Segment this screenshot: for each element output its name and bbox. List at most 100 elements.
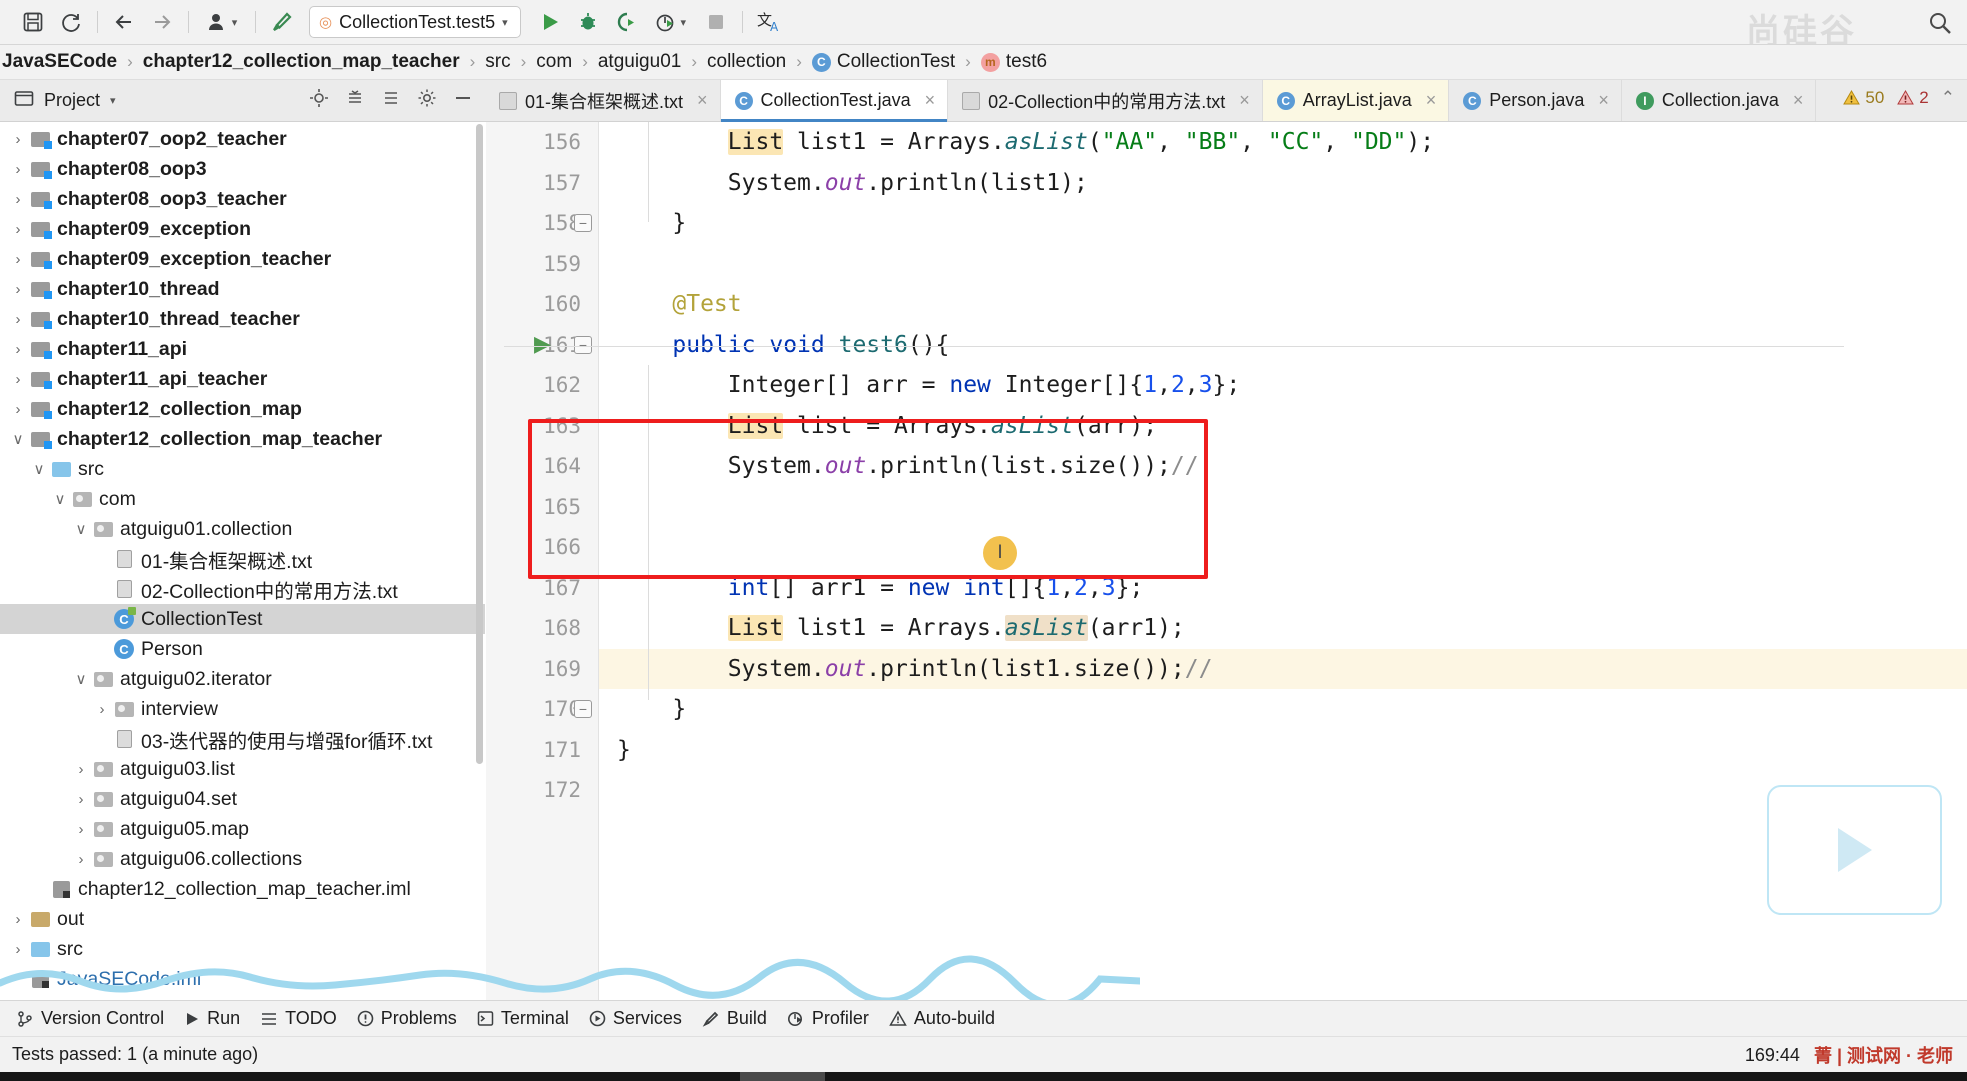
chevron-down-icon[interactable]: ▾ bbox=[680, 16, 686, 29]
inspection-widget[interactable]: 50 2 ⌃ bbox=[1842, 88, 1955, 108]
tree-item-chapter11-api[interactable]: › chapter11_api bbox=[0, 334, 485, 364]
code-line[interactable] bbox=[599, 487, 1967, 528]
run-button[interactable] bbox=[531, 5, 569, 39]
breadcrumb-item-class[interactable]: C CollectionTest bbox=[810, 51, 957, 73]
tree-item-chapter12-collection-map[interactable]: › chapter12_collection_map bbox=[0, 394, 485, 424]
close-icon[interactable]: × bbox=[1239, 90, 1250, 111]
warning-count-badge[interactable]: 50 bbox=[1842, 88, 1884, 108]
run-configuration-selector[interactable]: ◎ CollectionTest.test5 ▾ bbox=[309, 6, 521, 38]
collapse-all-icon[interactable] bbox=[345, 88, 365, 113]
tree-item-chapter11-api-teacher[interactable]: › chapter11_api_teacher bbox=[0, 364, 485, 394]
code-line[interactable]: System.out.println(list1); bbox=[599, 163, 1967, 204]
tree-expand-arrow[interactable]: › bbox=[8, 131, 28, 148]
tree-item-chapter09-exception[interactable]: › chapter09_exception bbox=[0, 214, 485, 244]
tab-collection-java[interactable]: I Collection.java × bbox=[1621, 80, 1817, 121]
close-icon[interactable]: × bbox=[925, 90, 936, 111]
tool-button-run[interactable]: Run bbox=[180, 1008, 256, 1029]
tree-item-01-txt[interactable]: ›01-集合框架概述.txt bbox=[0, 544, 485, 574]
code-editor[interactable]: 156 157 158 159 160 161 162 163 164 165 166 167 168 1… bbox=[486, 122, 1967, 1000]
tree-expand-arrow[interactable]: ∨ bbox=[50, 490, 70, 508]
run-test-gutter-icon[interactable]: ▶ bbox=[534, 331, 551, 357]
tree-item-interview[interactable]: › interview bbox=[0, 694, 485, 724]
tree-item-chapter10-thread-teacher[interactable]: › chapter10_thread_teacher bbox=[0, 304, 485, 334]
expand-all-icon[interactable] bbox=[381, 88, 401, 113]
code-line[interactable]: public void test6(){ bbox=[599, 325, 1967, 366]
tab-02-collection-methods-txt[interactable]: 02-Collection中的常用方法.txt × bbox=[948, 80, 1263, 121]
code-line[interactable] bbox=[599, 244, 1967, 285]
tree-expand-arrow[interactable]: ∨ bbox=[71, 670, 91, 688]
tool-button-todo[interactable]: TODO bbox=[256, 1008, 353, 1029]
breadcrumb-item-module[interactable]: chapter12_collection_map_teacher bbox=[141, 51, 462, 73]
tree-item-02-collection-txt[interactable]: ›02-Collection中的常用方法.txt bbox=[0, 574, 485, 604]
code-line[interactable]: Integer[] arr = new Integer[]{1,2,3}; bbox=[599, 365, 1967, 406]
code-fold-toggle[interactable]: − bbox=[574, 700, 592, 718]
back-arrow-icon[interactable] bbox=[105, 5, 143, 39]
hide-panel-icon[interactable] bbox=[453, 88, 473, 113]
close-icon[interactable]: × bbox=[697, 90, 708, 111]
tree-expand-arrow[interactable]: › bbox=[8, 311, 28, 328]
tree-item-com[interactable]: ∨ com bbox=[0, 484, 485, 514]
tree-item-chapter12-collection-map-teacher-iml[interactable]: ›chapter12_collection_map_teacher.iml bbox=[0, 874, 485, 904]
tool-button-services[interactable]: Services bbox=[585, 1008, 698, 1029]
search-icon[interactable] bbox=[1927, 10, 1953, 41]
run-with-coverage-button[interactable] bbox=[607, 5, 645, 39]
code-line[interactable]: List list1 = Arrays.asList("AA", "BB", "… bbox=[599, 122, 1967, 163]
tree-expand-arrow[interactable]: › bbox=[71, 761, 91, 778]
code-fold-toggle[interactable]: − bbox=[574, 214, 592, 232]
debug-button[interactable] bbox=[569, 5, 607, 39]
tree-expand-arrow[interactable]: › bbox=[8, 251, 28, 268]
code-line[interactable]: List list1 = Arrays.asList(arr1); bbox=[599, 608, 1967, 649]
tree-item-03-for-txt[interactable]: ›03-迭代器的使用与增强for循环.txt bbox=[0, 724, 485, 754]
tool-button-problems[interactable]: Problems bbox=[353, 1008, 473, 1029]
code-line[interactable]: System.out.println(list1.size());// bbox=[599, 648, 1967, 689]
tree-item-chapter12-collection-map-teacher[interactable]: ∨ chapter12_collection_map_teacher bbox=[0, 424, 485, 454]
tree-expand-arrow[interactable]: › bbox=[71, 791, 91, 808]
close-icon[interactable]: × bbox=[1426, 90, 1437, 111]
tree-item-atguigu01-collection[interactable]: ∨ atguigu01.collection bbox=[0, 514, 485, 544]
tree-expand-arrow[interactable]: › bbox=[71, 821, 91, 838]
breadcrumb-item-method[interactable]: m test6 bbox=[979, 51, 1049, 73]
chevron-down-icon[interactable]: ▾ bbox=[502, 16, 508, 29]
settings-gear-icon[interactable] bbox=[417, 88, 437, 113]
tree-item-chapter09-exception-teacher[interactable]: › chapter09_exception_teacher bbox=[0, 244, 485, 274]
tab-01-collection-overview-txt[interactable]: 01-集合框架概述.txt × bbox=[485, 80, 721, 121]
tree-expand-arrow[interactable]: › bbox=[8, 911, 28, 928]
breadcrumb-item-com[interactable]: com bbox=[534, 51, 574, 73]
editor-gutter[interactable]: 156 157 158 159 160 161 162 163 164 165 166 167 168 1… bbox=[486, 122, 599, 1000]
tree-expand-arrow[interactable]: › bbox=[71, 851, 91, 868]
tree-item-atguigu04-set[interactable]: › atguigu04.set bbox=[0, 784, 485, 814]
tree-expand-arrow[interactable]: › bbox=[92, 701, 112, 718]
tree-item-chapter10-thread[interactable]: › chapter10_thread bbox=[0, 274, 485, 304]
tree-expand-arrow[interactable]: › bbox=[8, 221, 28, 238]
tree-item-atguigu02-iterator[interactable]: ∨ atguigu02.iterator bbox=[0, 664, 485, 694]
breadcrumb-item-atguigu01[interactable]: atguigu01 bbox=[596, 51, 683, 73]
tree-item-chapter07-oop2-teacher[interactable]: › chapter07_oop2_teacher bbox=[0, 124, 485, 154]
code-line[interactable]: int[] arr1 = new int[]{1,2,3}; bbox=[599, 568, 1967, 609]
chevron-down-icon[interactable]: ▾ bbox=[232, 16, 238, 29]
code-line[interactable]: } bbox=[599, 689, 1967, 730]
tree-expand-arrow[interactable]: ∨ bbox=[8, 430, 28, 448]
project-tree-panel[interactable]: › chapter07_oop2_teacher › chapter08_oop3 › c… bbox=[0, 122, 485, 1000]
tree-item-out[interactable]: › out bbox=[0, 904, 485, 934]
tree-item-atguigu03-list[interactable]: › atguigu03.list bbox=[0, 754, 485, 784]
tool-button-terminal[interactable]: Terminal bbox=[473, 1008, 585, 1029]
code-line[interactable]: List list = Arrays.asList(arr); bbox=[599, 406, 1967, 447]
tool-button-build[interactable]: Build bbox=[698, 1008, 783, 1029]
save-icon[interactable] bbox=[14, 5, 52, 39]
code-line[interactable]: @Test bbox=[599, 284, 1967, 325]
sidebar-scrollbar[interactable] bbox=[476, 124, 483, 764]
breadcrumb-item-src[interactable]: src bbox=[483, 51, 512, 73]
code-line[interactable]: } bbox=[599, 203, 1967, 244]
code-line[interactable] bbox=[599, 770, 1967, 811]
error-count-badge[interactable]: 2 bbox=[1896, 88, 1929, 108]
breadcrumb-item-project[interactable]: JavaSECode bbox=[0, 51, 119, 73]
code-line[interactable]: } bbox=[599, 730, 1967, 771]
tool-button-profiler[interactable]: Profiler bbox=[783, 1008, 885, 1029]
translate-icon[interactable]: 文A bbox=[750, 5, 788, 39]
tree-item-person[interactable]: ›CPerson bbox=[0, 634, 485, 664]
chevron-up-icon[interactable]: ⌃ bbox=[1941, 88, 1955, 108]
code-fold-toggle[interactable]: − bbox=[574, 335, 592, 354]
tree-item-atguigu06-collections[interactable]: › atguigu06.collections bbox=[0, 844, 485, 874]
locate-icon[interactable] bbox=[309, 88, 329, 113]
chevron-down-icon[interactable]: ▾ bbox=[110, 94, 116, 107]
